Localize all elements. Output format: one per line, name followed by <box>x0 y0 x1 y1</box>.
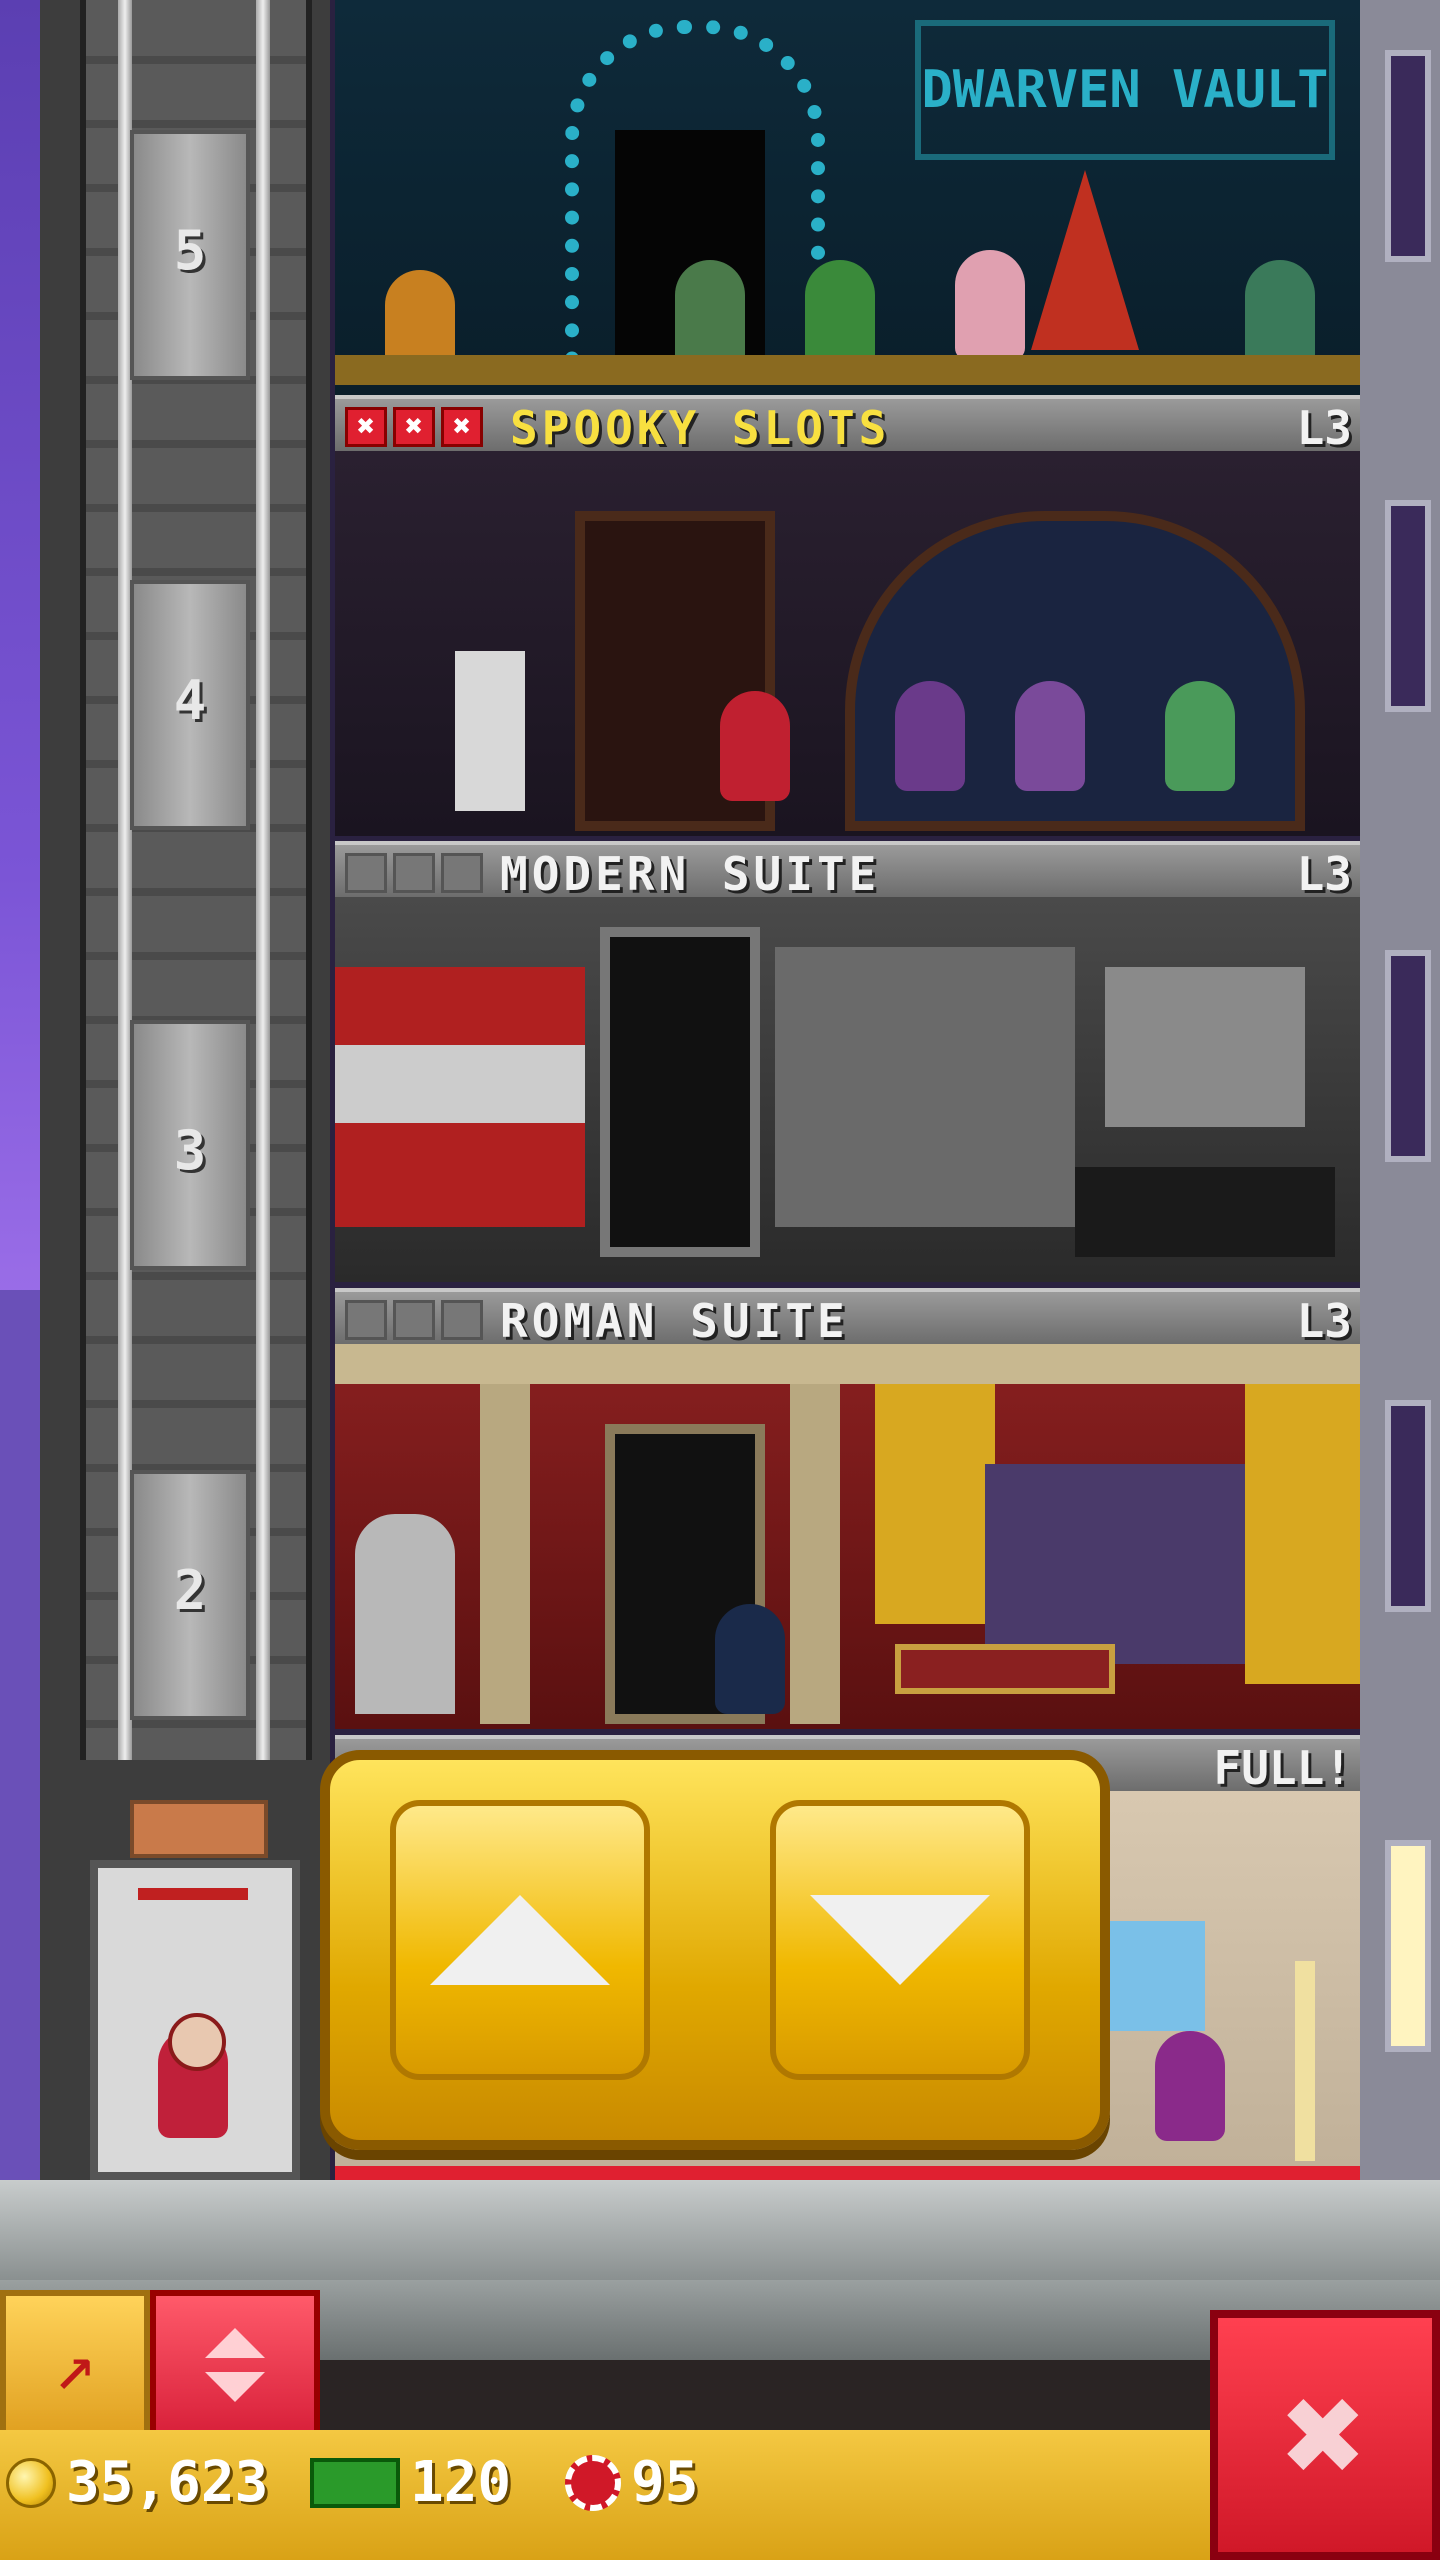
dwarf-figure[interactable] <box>1245 260 1315 370</box>
star-empty-icon <box>441 1300 483 1340</box>
elevator-control-panel <box>320 1750 1110 2150</box>
gold-pile <box>335 355 1360 385</box>
coin-icon <box>6 2457 56 2508</box>
floor-status: FULL! <box>1213 1741 1352 1795</box>
suite-door <box>600 927 760 1257</box>
passenger-head <box>168 2013 226 2071</box>
city-silhouette <box>0 1290 40 2190</box>
roman-column <box>480 1384 530 1724</box>
floor-level: L3 <box>1296 1294 1352 1348</box>
tower-window <box>1385 50 1431 262</box>
tower-window <box>1385 500 1431 712</box>
arrow-down-icon <box>810 1895 990 1985</box>
tower-window-lit <box>1385 1840 1431 2052</box>
bux-amount: 120 <box>410 2450 512 2515</box>
elevator-updown-icon <box>205 2328 265 2402</box>
floor-header-spooky-slots[interactable]: ✖ ✖ ✖ SPOOKY SLOTS L3 <box>335 395 1360 455</box>
floor-lamp <box>1295 1961 1315 2161</box>
arrow-up-icon <box>430 1895 610 1985</box>
modern-wall-art <box>775 947 1075 1227</box>
dwarf-figure[interactable] <box>675 260 745 370</box>
guest-figure[interactable] <box>1015 681 1085 791</box>
floor-stars: ✖ ✖ ✖ <box>345 407 483 447</box>
arrow-tool-button[interactable]: ↗ <box>0 2290 150 2440</box>
guest-figure[interactable] <box>1165 681 1235 791</box>
dwarf-figure[interactable] <box>955 250 1025 360</box>
red-sofa <box>335 967 585 1227</box>
close-button[interactable]: ✖ <box>1210 2310 1440 2560</box>
roman-column <box>790 1384 840 1724</box>
roman-painting <box>985 1464 1265 1664</box>
elevator-up-button[interactable] <box>390 1800 650 2080</box>
star-empty-icon <box>393 1300 435 1340</box>
gold-curtain <box>1245 1384 1360 1684</box>
bookshelf <box>1105 967 1305 1127</box>
floor-header-modern-suite[interactable]: MODERN SUITE L3 <box>335 841 1360 901</box>
floor-roman-suite[interactable] <box>335 1344 1360 1729</box>
star-empty-icon <box>345 853 387 893</box>
guest-figure[interactable] <box>715 1604 785 1714</box>
vault-sign: DWARVEN VAULT <box>915 20 1335 160</box>
lobby-roof <box>0 2180 1440 2280</box>
tower-window <box>1385 1400 1431 1612</box>
floor-level: L3 <box>1296 847 1352 901</box>
bellhop-figure[interactable] <box>720 691 790 801</box>
roman-daybed <box>895 1644 1115 1694</box>
floor-number-2: 2 <box>173 1558 207 1622</box>
chip-icon <box>565 2454 621 2511</box>
roman-statue <box>355 1514 455 1714</box>
close-icon: ✖ <box>1282 2353 1368 2517</box>
arrow-tool-icon: ↗ <box>53 2324 97 2406</box>
elevator-cable-right <box>256 0 270 1760</box>
star-filled-icon: ✖ <box>393 407 435 447</box>
modern-bed <box>1075 1167 1335 1257</box>
floor-number-4: 4 <box>173 668 207 732</box>
chips-amount: 95 <box>631 2450 699 2515</box>
dwarf-figure[interactable] <box>805 260 875 370</box>
floor-name: MODERN SUITE <box>500 847 881 901</box>
guest-figure[interactable] <box>895 681 965 791</box>
floor-name: ROMAN SUITE <box>500 1294 849 1348</box>
star-filled-icon: ✖ <box>441 407 483 447</box>
floor-number-5: 5 <box>173 218 207 282</box>
floor-name: SPOOKY SLOTS <box>510 401 891 455</box>
red-carpet-edge <box>335 2166 1360 2180</box>
floor-spooky-slots[interactable] <box>335 451 1360 836</box>
slot-machine <box>455 651 525 811</box>
gold-curtain <box>875 1384 995 1624</box>
floor-header-roman-suite[interactable]: ROMAN SUITE L3 <box>335 1288 1360 1348</box>
star-filled-icon: ✖ <box>345 407 387 447</box>
window-view <box>1095 1921 1205 2031</box>
star-empty-icon <box>441 853 483 893</box>
floor-stars <box>345 1300 483 1340</box>
floor-stars <box>345 853 483 893</box>
elevator-car[interactable] <box>90 1860 300 2180</box>
floor-number-3: 3 <box>173 1118 207 1182</box>
floor-modern-suite[interactable] <box>335 897 1360 1282</box>
elevator-sign-stripe <box>138 1888 248 1900</box>
guest-figure[interactable] <box>1155 2031 1225 2141</box>
bux-icon <box>310 2457 400 2508</box>
coins-amount: 35,623 <box>66 2450 269 2515</box>
bux-display[interactable]: 120 <box>310 2450 511 2515</box>
tower-window <box>1385 950 1431 1162</box>
elevator-toggle-button[interactable] <box>150 2290 320 2440</box>
star-empty-icon <box>345 1300 387 1340</box>
elevator-down-button[interactable] <box>770 1800 1030 2080</box>
floor-level: L3 <box>1296 401 1352 455</box>
roman-cornice <box>335 1344 1360 1384</box>
coins-display[interactable]: 35,623 <box>6 2450 268 2515</box>
elevator-motor <box>130 1800 268 1858</box>
floor-dwarven-vault[interactable]: DWARVEN VAULT <box>335 0 1360 395</box>
chips-display[interactable]: 95 <box>565 2450 698 2515</box>
star-empty-icon <box>393 853 435 893</box>
